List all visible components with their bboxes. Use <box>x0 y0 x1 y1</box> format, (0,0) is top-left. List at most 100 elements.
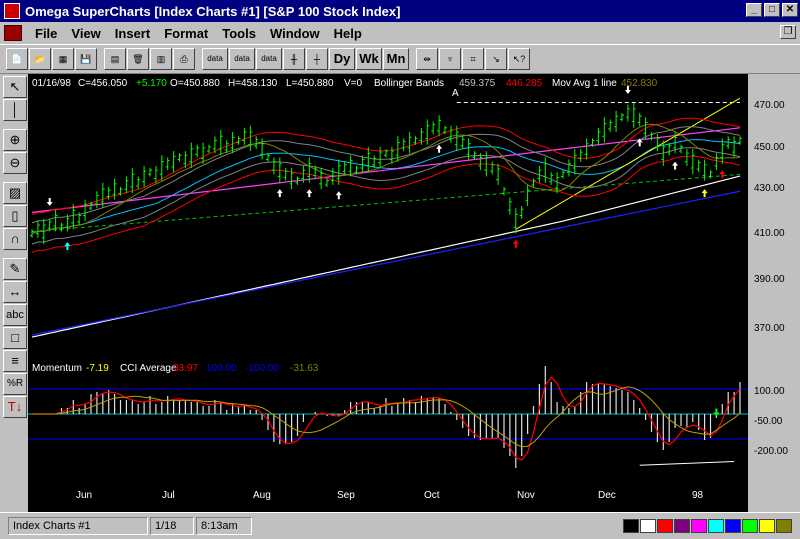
bollinger-upper-value: 459.375 <box>459 78 496 89</box>
expert-icon[interactable]: ↘ <box>485 48 507 70</box>
color-swatch[interactable] <box>623 519 639 533</box>
color-swatch[interactable] <box>742 519 758 533</box>
new-file-icon[interactable]: 📄 <box>6 48 28 70</box>
menu-tools[interactable]: Tools <box>215 26 263 41</box>
ma-label: Mov Avg 1 line <box>552 78 617 89</box>
app-icon <box>4 3 20 19</box>
price-tick-370: 370.00 <box>754 323 785 334</box>
signal-arrow <box>46 198 53 207</box>
price-tick-470: 470.00 <box>754 100 785 111</box>
open-chart-icon[interactable]: ▦ <box>52 48 74 70</box>
signal-arrow <box>64 241 71 250</box>
color-swatch[interactable] <box>708 519 724 533</box>
rectangle-icon[interactable]: □ <box>3 327 27 349</box>
chart-canvas[interactable]: 01/16/98 C=456.050 +5.170 O=450.880 H=45… <box>28 74 748 512</box>
signal-arrow <box>701 189 708 198</box>
close-button[interactable]: ✕ <box>782 3 798 17</box>
zoom-bars-icon[interactable]: ⇹ <box>416 48 438 70</box>
color-swatch[interactable] <box>657 519 673 533</box>
grid-icon[interactable]: ▨ <box>3 182 27 204</box>
delete-icon[interactable]: 🗑 <box>127 48 149 70</box>
momentum-value: -7.19 <box>86 363 109 374</box>
color-swatch[interactable] <box>776 519 792 533</box>
menu-window[interactable]: Window <box>263 26 327 41</box>
candle-style-icon[interactable]: ┼ <box>306 48 328 70</box>
x-label-sep: Sep <box>337 490 355 501</box>
ind-tick-neg200: -200.00 <box>754 446 788 457</box>
price-tick-450: 450.00 <box>754 142 785 153</box>
color-swatch[interactable] <box>725 519 741 533</box>
indicator-signal-arrow <box>713 408 720 417</box>
bollinger-label: Bollinger Bands <box>374 78 444 89</box>
document-icon[interactable] <box>4 25 22 41</box>
cci-label: CCI Average <box>120 363 177 374</box>
restore-window-button[interactable]: ❐ <box>780 25 796 39</box>
indicator-icon[interactable]: ♆ <box>439 48 461 70</box>
speed-line-icon[interactable]: T↓ <box>3 396 27 418</box>
cci-value: 33.97 <box>173 363 198 374</box>
fibonacci-icon[interactable]: ≡ <box>3 350 27 372</box>
status-bar: Index Charts #1 1/18 8:13am <box>0 512 800 539</box>
ind-tick-100: 100.00 <box>754 386 785 397</box>
weekly-button[interactable]: Wk <box>356 48 382 70</box>
help-pointer-icon[interactable]: ↖? <box>508 48 530 70</box>
pointer-icon[interactable]: ↖ <box>3 76 27 98</box>
bollinger-inner-lower <box>31 147 741 245</box>
data-series-button[interactable]: data <box>256 48 282 70</box>
daily-button[interactable]: Dy <box>329 48 355 70</box>
header-volume: V=0 <box>344 78 363 89</box>
status-time: 8:13am <box>196 517 252 535</box>
horizontal-line-icon[interactable]: ↔ <box>3 281 27 303</box>
color-swatch[interactable] <box>674 519 690 533</box>
menu-format[interactable]: Format <box>157 26 215 41</box>
header-open: O=450.880 <box>170 78 220 89</box>
price-tick-390: 390.00 <box>754 274 785 285</box>
bar-style-icon[interactable]: ╫ <box>283 48 305 70</box>
minimize-button[interactable]: _ <box>746 3 762 17</box>
monthly-button[interactable]: Mn <box>383 48 409 70</box>
zoom-out-icon[interactable]: ⊖ <box>3 152 27 174</box>
avg-value: -31.63 <box>290 363 319 374</box>
strategy-icon[interactable]: ⌗ <box>462 48 484 70</box>
format-icon[interactable]: ▥ <box>150 48 172 70</box>
text-icon[interactable]: abc <box>3 304 27 326</box>
color-swatch[interactable] <box>640 519 656 533</box>
print-icon[interactable]: ⎙ <box>173 48 195 70</box>
open-folder-icon[interactable]: 📂 <box>29 48 51 70</box>
title-bar: Omega SuperCharts [Index Charts #1] [S&P… <box>0 0 800 22</box>
menu-insert[interactable]: Insert <box>108 26 157 41</box>
signal-arrow <box>672 161 679 170</box>
pencil-icon[interactable]: ✎ <box>3 258 27 280</box>
blue-trendline <box>31 190 741 336</box>
print-preview-icon[interactable]: ▤ <box>104 48 126 70</box>
x-label-98: 98 <box>692 490 704 501</box>
menu-file[interactable]: File <box>28 26 64 41</box>
menu-view[interactable]: View <box>64 26 107 41</box>
zoom-in-icon[interactable]: ⊕ <box>3 129 27 151</box>
maximize-button[interactable]: □ <box>764 3 780 17</box>
page-icon[interactable]: ▯ <box>3 205 27 227</box>
price-tick-430: 430.00 <box>754 183 785 194</box>
vertical-line-icon[interactable]: │ <box>3 99 27 121</box>
color-swatch[interactable] <box>759 519 775 533</box>
insert-data-button[interactable]: data <box>202 48 228 70</box>
signal-arrow <box>276 189 283 198</box>
data-window-button[interactable]: data <box>229 48 255 70</box>
bollinger-lower-value: 446.285 <box>506 78 543 89</box>
header-change: +5.170 <box>136 78 167 89</box>
status-date: 1/18 <box>150 517 194 535</box>
menu-bar: File View Insert Format Tools Window Hel… <box>0 22 800 44</box>
header-high: H=458.130 <box>228 78 278 89</box>
level-lo: -100.00 <box>245 363 279 374</box>
ind-tick-neg50: -50.00 <box>754 416 783 427</box>
bollinger-lower-band <box>31 155 741 253</box>
magnet-icon[interactable]: ∩ <box>3 228 27 250</box>
price-chart[interactable]: 01/16/98 C=456.050 +5.170 O=450.880 H=45… <box>28 74 748 512</box>
menu-help[interactable]: Help <box>327 26 369 41</box>
save-icon[interactable]: 💾 <box>75 48 97 70</box>
magenta-trendline <box>31 127 741 213</box>
header-low: L=450.880 <box>286 78 334 89</box>
drawing-toolbar: ↖ │ ⊕ ⊖ ▨ ▯ ∩ ✎ ↔ abc □ ≡ %R T↓ <box>2 74 28 512</box>
color-swatch[interactable] <box>691 519 707 533</box>
percent-retracement-icon[interactable]: %R <box>3 373 27 395</box>
